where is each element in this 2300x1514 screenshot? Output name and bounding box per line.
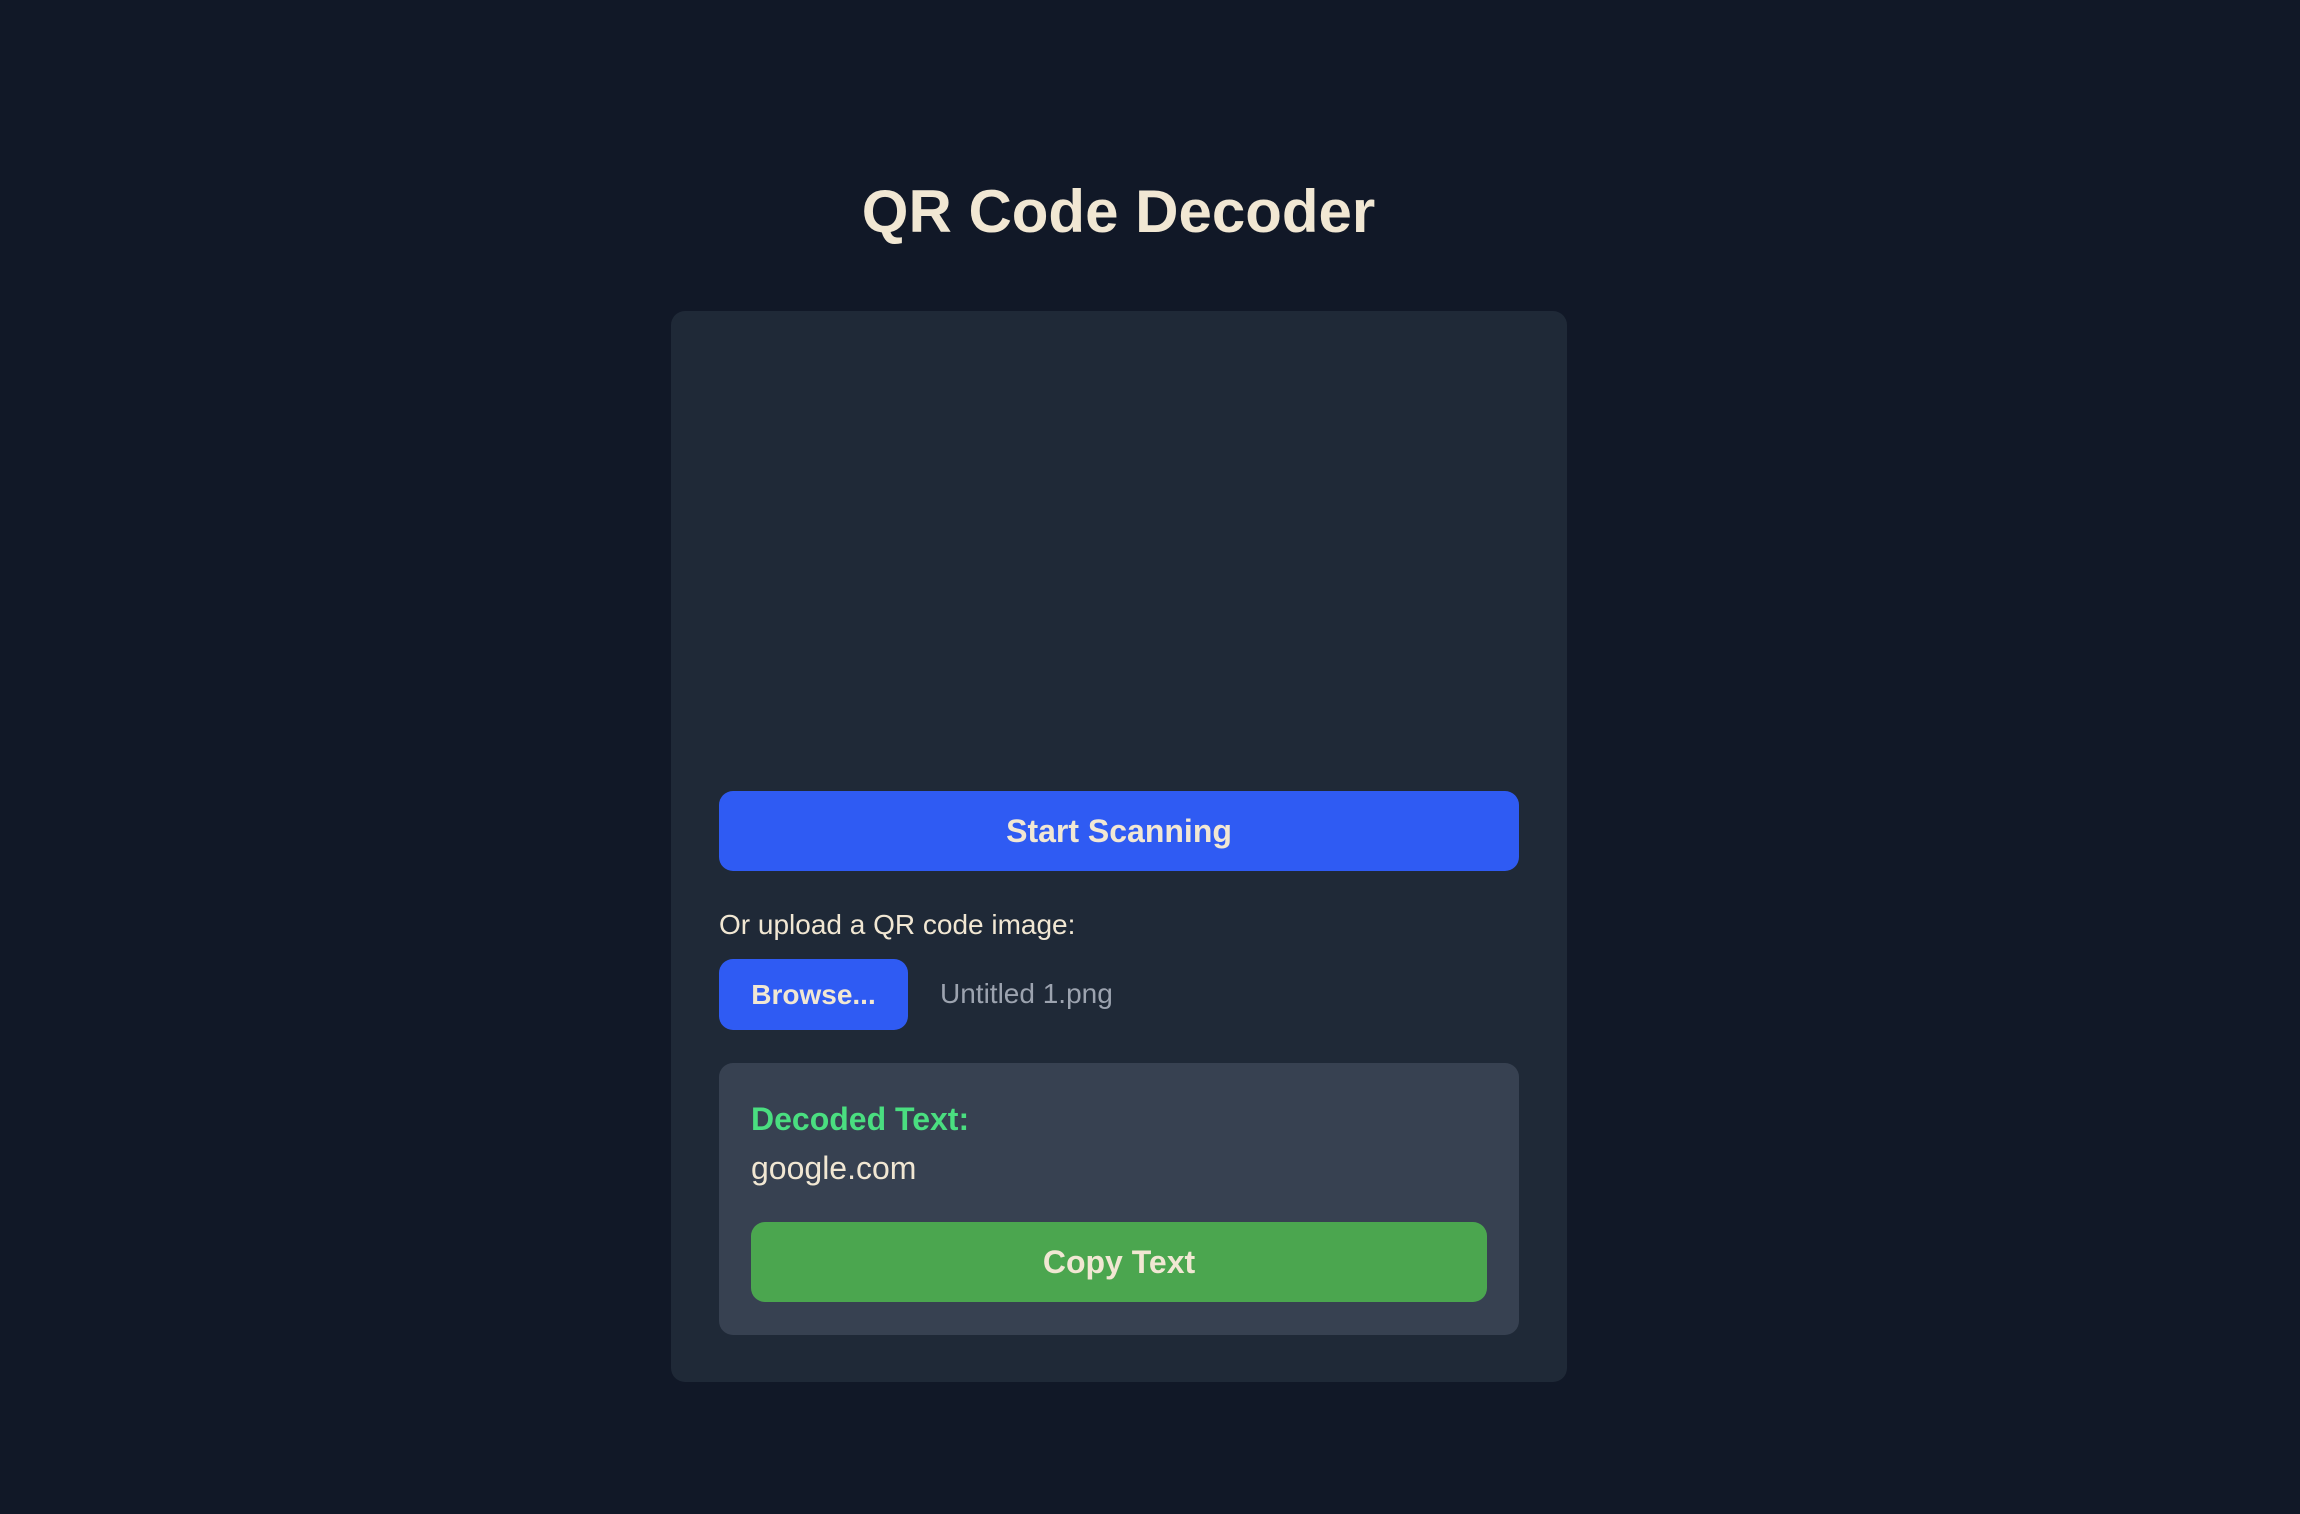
decoder-card: Start Scanning Or upload a QR code image… (671, 311, 1567, 1382)
selected-file-name: Untitled 1.png (940, 978, 1113, 1009)
start-scanning-button[interactable]: Start Scanning (719, 791, 1519, 871)
result-panel: Decoded Text: google.com Copy Text (719, 1063, 1519, 1335)
camera-preview-area (719, 359, 1519, 779)
copy-text-button[interactable]: Copy Text (751, 1222, 1487, 1302)
decoded-text-value: google.com (751, 1150, 917, 1186)
page-title: QR Code Decoder (861, 178, 1376, 245)
upload-label: Or upload a QR code image: (719, 909, 1076, 940)
decoded-text-label: Decoded Text: (751, 1101, 970, 1137)
page: QR Code Decoder Start Scanning Or upload… (0, 0, 2300, 1514)
browse-button[interactable]: Browse... (719, 959, 908, 1030)
